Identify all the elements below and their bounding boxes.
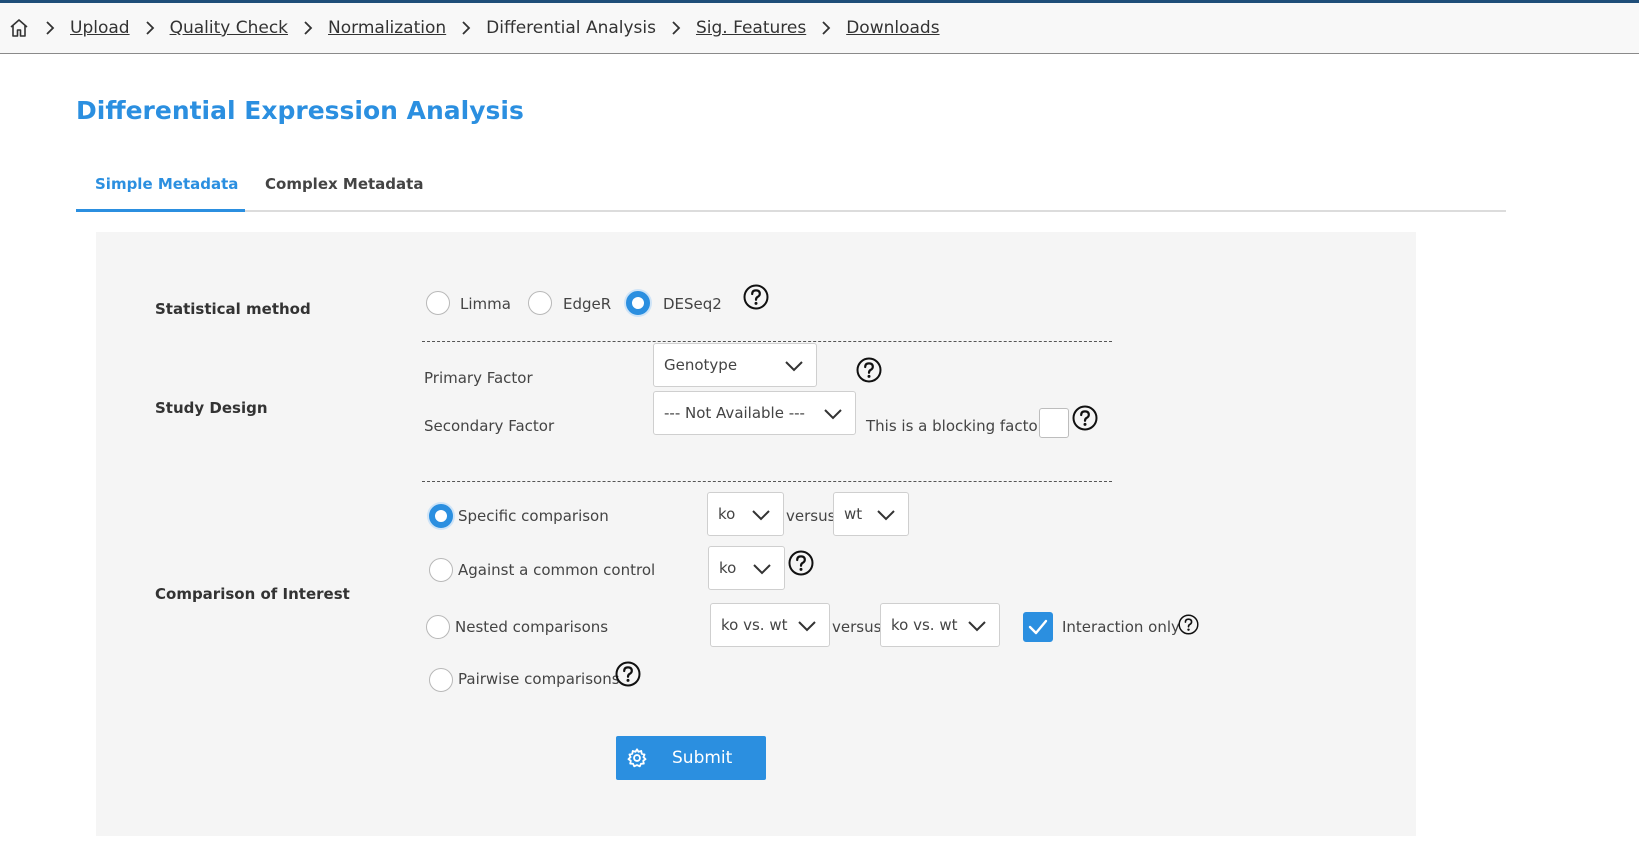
specific-comparison-label: Specific comparison	[458, 507, 609, 525]
interaction-only-checkbox[interactable]	[1023, 612, 1053, 642]
home-icon[interactable]	[8, 17, 30, 39]
tab-bar: Simple Metadata Complex Metadata	[76, 166, 1506, 212]
breadcrumb: Upload Quality Check Normalization Diffe…	[0, 0, 1639, 54]
nested-comparison-b-select[interactable]: ko vs. wt	[880, 603, 1000, 647]
help-blocking-factor-icon[interactable]	[1072, 405, 1098, 431]
help-primary-factor-icon[interactable]	[856, 357, 882, 383]
nested-comparison-b-value: ko vs. wt	[891, 616, 958, 634]
section-divider	[422, 481, 1112, 482]
pairwise-comparisons-label: Pairwise comparisons	[458, 670, 620, 688]
submit-label: Submit	[672, 748, 733, 768]
chevron-down-icon	[753, 564, 771, 575]
specific-versus-label: versus	[786, 507, 836, 525]
study-design-label: Study Design	[155, 399, 268, 417]
radio-limma-label: Limma	[460, 295, 511, 313]
secondary-factor-value: --- Not Available ---	[664, 404, 805, 422]
radio-deseq2-label: DESeq2	[663, 295, 722, 313]
common-control-select[interactable]: ko	[708, 546, 785, 590]
analysis-form-panel: Statistical method Limma EdgeR DESeq2 St…	[96, 232, 1416, 836]
radio-limma[interactable]	[426, 291, 450, 315]
chevron-down-icon	[824, 409, 842, 420]
radio-common-control[interactable]	[429, 558, 453, 582]
breadcrumb-sig-features[interactable]: Sig. Features	[696, 18, 806, 38]
primary-factor-value: Genotype	[664, 356, 738, 374]
submit-button[interactable]: Submit	[616, 736, 766, 780]
breadcrumb-downloads[interactable]: Downloads	[846, 18, 939, 38]
chevron-down-icon	[785, 361, 803, 372]
secondary-factor-select[interactable]: --- Not Available ---	[653, 391, 856, 435]
radio-specific-comparison[interactable]	[429, 504, 453, 528]
help-statistical-method-icon[interactable]	[743, 284, 769, 310]
tab-complex-metadata[interactable]: Complex Metadata	[265, 166, 423, 212]
nested-comparison-a-value: ko vs. wt	[721, 616, 788, 634]
chevron-right-icon	[814, 16, 838, 40]
tab-simple-metadata[interactable]: Simple Metadata	[76, 166, 245, 212]
chevron-down-icon	[877, 510, 895, 521]
help-pairwise-comparisons-icon[interactable]	[615, 661, 641, 687]
primary-factor-label: Primary Factor	[424, 369, 533, 387]
specific-comparison-b-select[interactable]: wt	[833, 492, 909, 536]
specific-comparison-b-value: wt	[844, 505, 863, 523]
nested-comparison-a-select[interactable]: ko vs. wt	[710, 603, 830, 647]
specific-comparison-a-value: ko	[718, 505, 736, 523]
comparison-of-interest-label: Comparison of Interest	[155, 585, 350, 603]
chevron-right-icon	[138, 16, 162, 40]
specific-comparison-a-select[interactable]: ko	[707, 492, 784, 536]
radio-edger[interactable]	[528, 291, 552, 315]
gear-icon	[627, 748, 647, 768]
statistical-method-label: Statistical method	[155, 300, 311, 318]
nested-comparisons-label: Nested comparisons	[455, 618, 609, 636]
chevron-down-icon	[968, 621, 986, 632]
radio-edger-label: EdgeR	[563, 295, 612, 313]
help-interaction-only-icon[interactable]	[1178, 614, 1199, 635]
radio-nested-comparisons[interactable]	[426, 615, 450, 639]
checkmark-icon	[1028, 619, 1048, 635]
interaction-only-label: Interaction only	[1062, 618, 1180, 636]
chevron-right-icon	[454, 16, 478, 40]
chevron-right-icon	[38, 16, 62, 40]
breadcrumb-differential-analysis: Differential Analysis	[486, 18, 656, 38]
chevron-right-icon	[664, 16, 688, 40]
page-title: Differential Expression Analysis	[76, 96, 524, 125]
help-common-control-icon[interactable]	[788, 550, 814, 576]
primary-factor-select[interactable]: Genotype	[653, 343, 817, 387]
blocking-factor-checkbox[interactable]	[1039, 408, 1069, 438]
radio-deseq2[interactable]	[626, 291, 650, 315]
common-control-value: ko	[719, 559, 737, 577]
common-control-label: Against a common control	[458, 561, 656, 579]
nested-versus-label: versus	[832, 618, 882, 636]
radio-pairwise-comparisons[interactable]	[429, 668, 453, 692]
chevron-down-icon	[798, 621, 816, 632]
blocking-factor-label: This is a blocking factor	[866, 417, 1044, 435]
breadcrumb-quality-check[interactable]: Quality Check	[170, 18, 288, 38]
section-divider	[422, 341, 1112, 342]
breadcrumb-normalization[interactable]: Normalization	[328, 18, 446, 38]
chevron-down-icon	[752, 510, 770, 521]
secondary-factor-label: Secondary Factor	[424, 417, 555, 435]
chevron-right-icon	[296, 16, 320, 40]
breadcrumb-upload[interactable]: Upload	[70, 18, 130, 38]
